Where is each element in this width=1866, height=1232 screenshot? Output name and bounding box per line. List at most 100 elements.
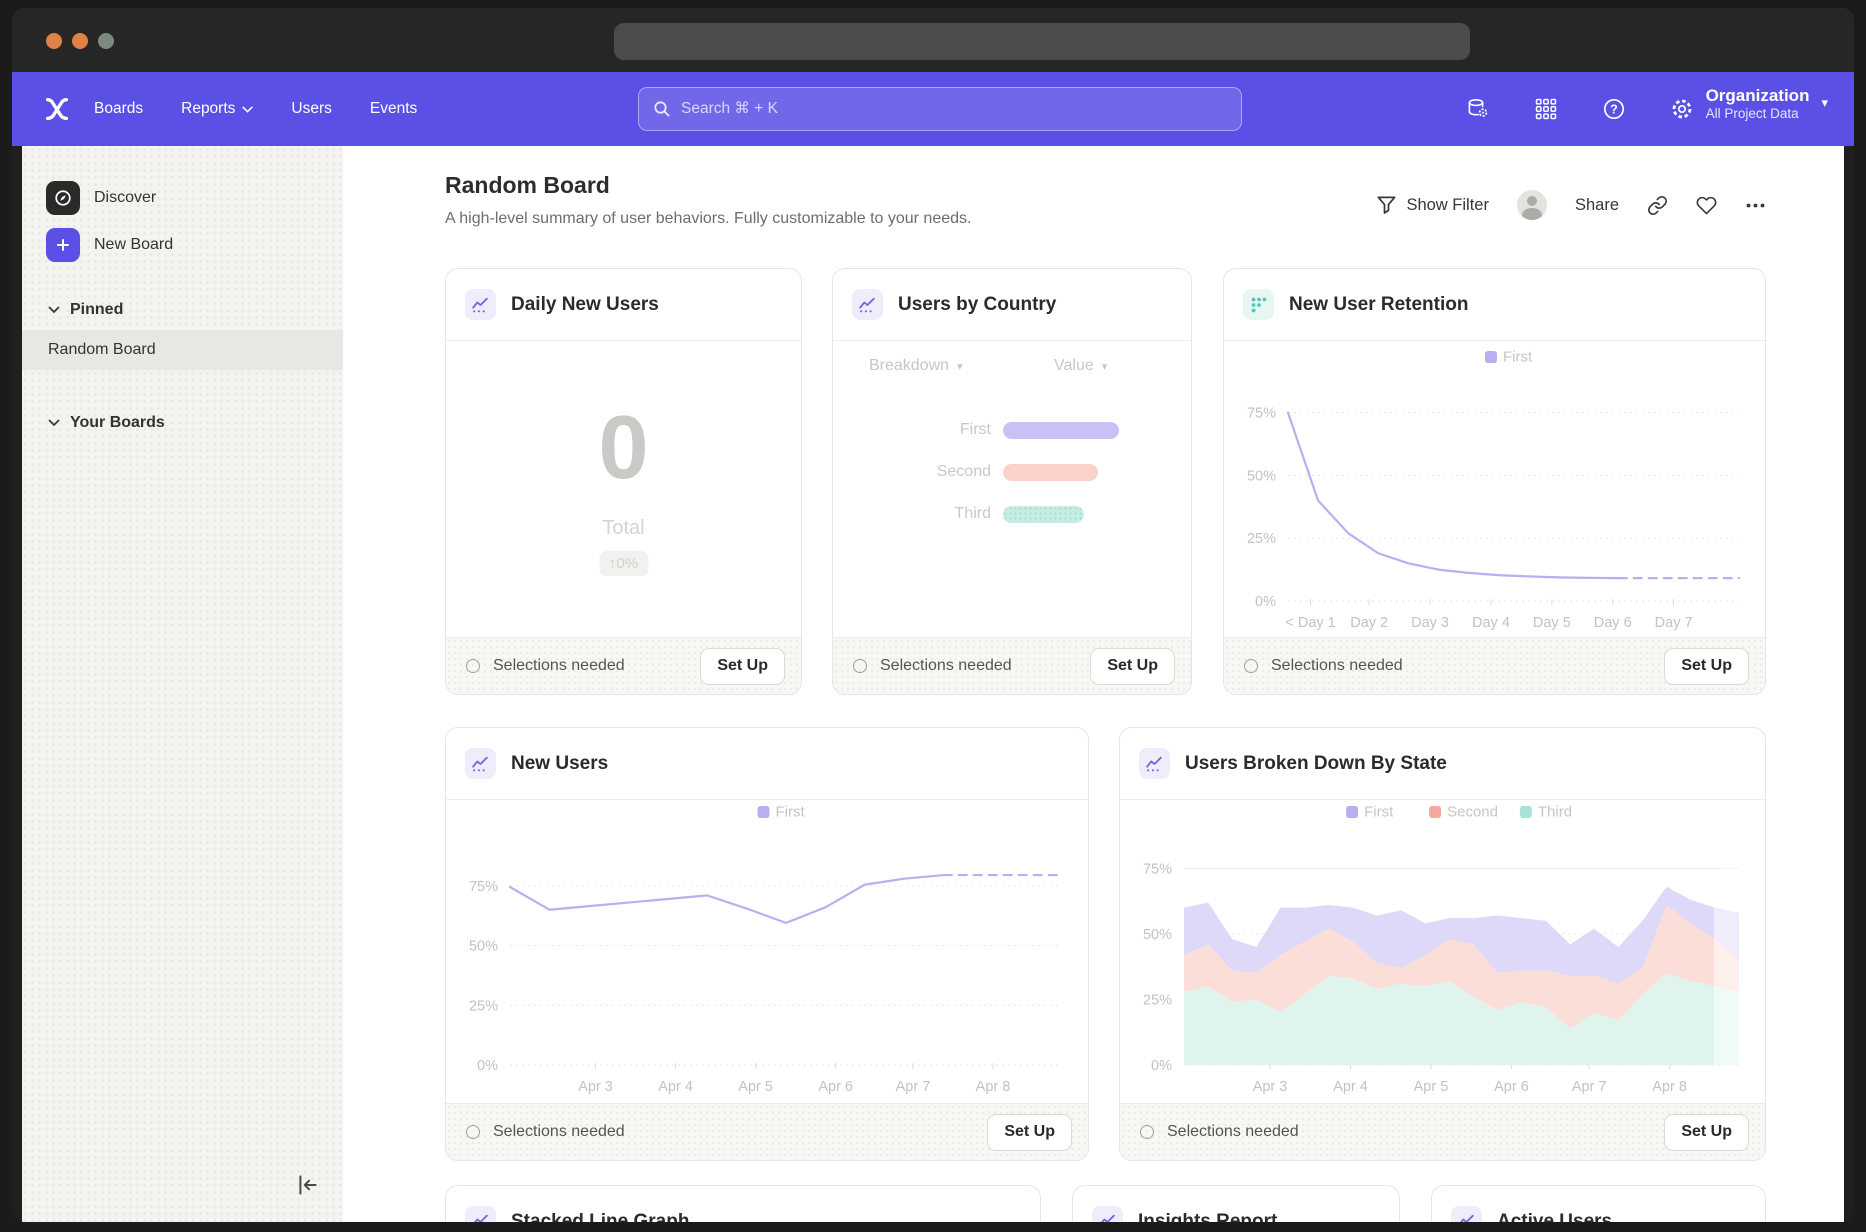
card-footer: Selections needed Set Up bbox=[446, 1103, 1088, 1160]
compass-icon bbox=[46, 181, 80, 215]
card-header: Insights Report bbox=[1073, 1186, 1399, 1222]
funnel-icon bbox=[1376, 195, 1397, 216]
mixpanel-logo-icon[interactable] bbox=[42, 94, 72, 124]
svg-text:50%: 50% bbox=[1247, 468, 1276, 484]
screen: Boards Reports Users Events bbox=[0, 0, 1866, 1232]
collapse-sidebar-icon[interactable] bbox=[295, 1172, 321, 1198]
retention-grid-icon bbox=[1243, 289, 1274, 320]
svg-text:Day 4: Day 4 bbox=[1472, 615, 1510, 631]
card-new-user-retention: New User Retention First75%50%25%0%< Day… bbox=[1223, 268, 1766, 695]
set-up-button[interactable]: Set Up bbox=[1090, 648, 1175, 685]
svg-text:75%: 75% bbox=[1143, 861, 1172, 877]
more-options-icon[interactable] bbox=[1745, 195, 1766, 216]
svg-text:Third: Third bbox=[1538, 804, 1572, 821]
country-rows: FirstSecondThird bbox=[833, 409, 1191, 535]
sidebar-group-label: Pinned bbox=[70, 301, 123, 319]
help-icon[interactable]: ? bbox=[1602, 97, 1626, 121]
show-filter-button[interactable]: Show Filter bbox=[1376, 195, 1489, 216]
nav-item-users[interactable]: Users bbox=[291, 100, 331, 118]
svg-text:75%: 75% bbox=[1247, 406, 1276, 422]
svg-text:Day 2: Day 2 bbox=[1350, 615, 1388, 631]
search-bar[interactable] bbox=[638, 87, 1242, 131]
set-up-button[interactable]: Set Up bbox=[987, 1114, 1072, 1151]
card-footer: Selections needed Set Up bbox=[833, 637, 1191, 694]
link-icon[interactable] bbox=[1647, 195, 1668, 216]
svg-text:50%: 50% bbox=[469, 939, 498, 955]
sidebar-group-pinned[interactable]: Pinned bbox=[22, 295, 343, 325]
svg-text:First: First bbox=[1364, 804, 1394, 821]
search-icon bbox=[653, 100, 671, 118]
window-titlebar bbox=[12, 8, 1854, 72]
svg-text:0%: 0% bbox=[1255, 594, 1276, 610]
org-switcher[interactable]: Organization All Project Data ▾ bbox=[1706, 85, 1828, 121]
plus-icon bbox=[46, 228, 80, 262]
share-button[interactable]: Share bbox=[1575, 196, 1619, 215]
metric-delta-badge: ↑0% bbox=[599, 551, 648, 576]
status: Selections needed bbox=[1244, 657, 1403, 675]
set-up-button[interactable]: Set Up bbox=[700, 648, 785, 685]
status: Selections needed bbox=[466, 657, 625, 675]
card-title: Daily New Users bbox=[511, 294, 659, 316]
chevron-down-icon: ▾ bbox=[1821, 95, 1828, 111]
card-stacked-line-graph: Stacked Line Graph bbox=[445, 1185, 1041, 1222]
card-new-users: New Users First75%50%25%0%Apr 3Apr 4Apr … bbox=[445, 727, 1089, 1161]
row-label: First bbox=[833, 421, 991, 439]
window-zoom-button[interactable] bbox=[98, 33, 114, 49]
sidebar-group-your-boards[interactable]: Your Boards bbox=[22, 408, 343, 438]
svg-text:Apr 6: Apr 6 bbox=[818, 1079, 853, 1095]
page-title: Random Board bbox=[445, 172, 610, 199]
avatar[interactable] bbox=[1517, 190, 1547, 220]
status-text: Selections needed bbox=[493, 1123, 625, 1141]
svg-text:Apr 5: Apr 5 bbox=[1414, 1079, 1449, 1095]
favorite-heart-icon[interactable] bbox=[1696, 195, 1717, 216]
sidebar-item-random-board[interactable]: Random Board bbox=[22, 330, 343, 370]
breakdown-dropdown[interactable]: Breakdown▾ bbox=[869, 357, 963, 375]
status-text: Selections needed bbox=[1271, 657, 1403, 675]
card-header: Users Broken Down By State bbox=[1120, 728, 1765, 800]
set-up-button[interactable]: Set Up bbox=[1664, 1114, 1749, 1151]
card-daily-new-users: Daily New Users 0 Total ↑0% Selections n… bbox=[445, 268, 802, 695]
sidebar-item-label: Discover bbox=[94, 189, 156, 207]
retention-chart: First75%50%25%0%< Day 1Day 2Day 3Day 4Da… bbox=[1232, 343, 1759, 637]
nav-item-boards[interactable]: Boards bbox=[94, 100, 143, 118]
card-active-users: Active Users bbox=[1431, 1185, 1766, 1222]
card-header: New Users bbox=[446, 728, 1088, 800]
sidebar-item-discover[interactable]: Discover bbox=[22, 179, 343, 217]
apps-grid-icon[interactable] bbox=[1534, 97, 1558, 121]
svg-text:Day 5: Day 5 bbox=[1533, 615, 1571, 631]
card-title: New User Retention bbox=[1289, 294, 1468, 316]
svg-text:0%: 0% bbox=[477, 1058, 498, 1074]
card-footer: Selections needed Set Up bbox=[1224, 637, 1765, 694]
svg-text:0%: 0% bbox=[1151, 1058, 1172, 1074]
metric-label: Total bbox=[446, 517, 801, 540]
status: Selections needed bbox=[466, 1123, 625, 1141]
dropdown-label: Breakdown bbox=[869, 357, 949, 375]
nav-item-events[interactable]: Events bbox=[370, 100, 417, 118]
svg-text:25%: 25% bbox=[1143, 992, 1172, 1008]
data-management-icon[interactable] bbox=[1466, 97, 1490, 121]
metric-value: 0 bbox=[446, 397, 801, 500]
address-bar[interactable] bbox=[614, 23, 1470, 60]
window-minimize-button[interactable] bbox=[72, 33, 88, 49]
value-bar bbox=[1003, 464, 1098, 481]
users-by-state-chart: FirstSecondThird75%50%25%0%Apr 3Apr 4Apr… bbox=[1128, 798, 1759, 1101]
show-filter-label: Show Filter bbox=[1406, 196, 1489, 215]
sidebar-item-new-board[interactable]: New Board bbox=[22, 226, 343, 264]
country-row: First bbox=[833, 409, 1191, 451]
window-close-button[interactable] bbox=[46, 33, 62, 49]
card-title: Users by Country bbox=[898, 294, 1056, 316]
svg-text:25%: 25% bbox=[1247, 531, 1276, 547]
radio-circle-icon bbox=[1140, 1125, 1154, 1139]
set-up-button[interactable]: Set Up bbox=[1664, 648, 1749, 685]
line-chart-icon bbox=[1139, 748, 1170, 779]
settings-gear-icon[interactable] bbox=[1670, 97, 1694, 121]
line-chart-icon bbox=[465, 1206, 496, 1222]
value-dropdown[interactable]: Value▾ bbox=[1054, 357, 1107, 375]
nav-item-reports[interactable]: Reports bbox=[181, 100, 253, 118]
chevron-down-icon: ▾ bbox=[1102, 360, 1108, 373]
sidebar: Discover New Board Pinned Random Board bbox=[22, 146, 343, 1222]
chevron-down-icon bbox=[48, 419, 60, 427]
search-input[interactable] bbox=[681, 100, 1227, 118]
sidebar-group-label: Your Boards bbox=[70, 414, 165, 432]
radio-circle-icon bbox=[466, 1125, 480, 1139]
